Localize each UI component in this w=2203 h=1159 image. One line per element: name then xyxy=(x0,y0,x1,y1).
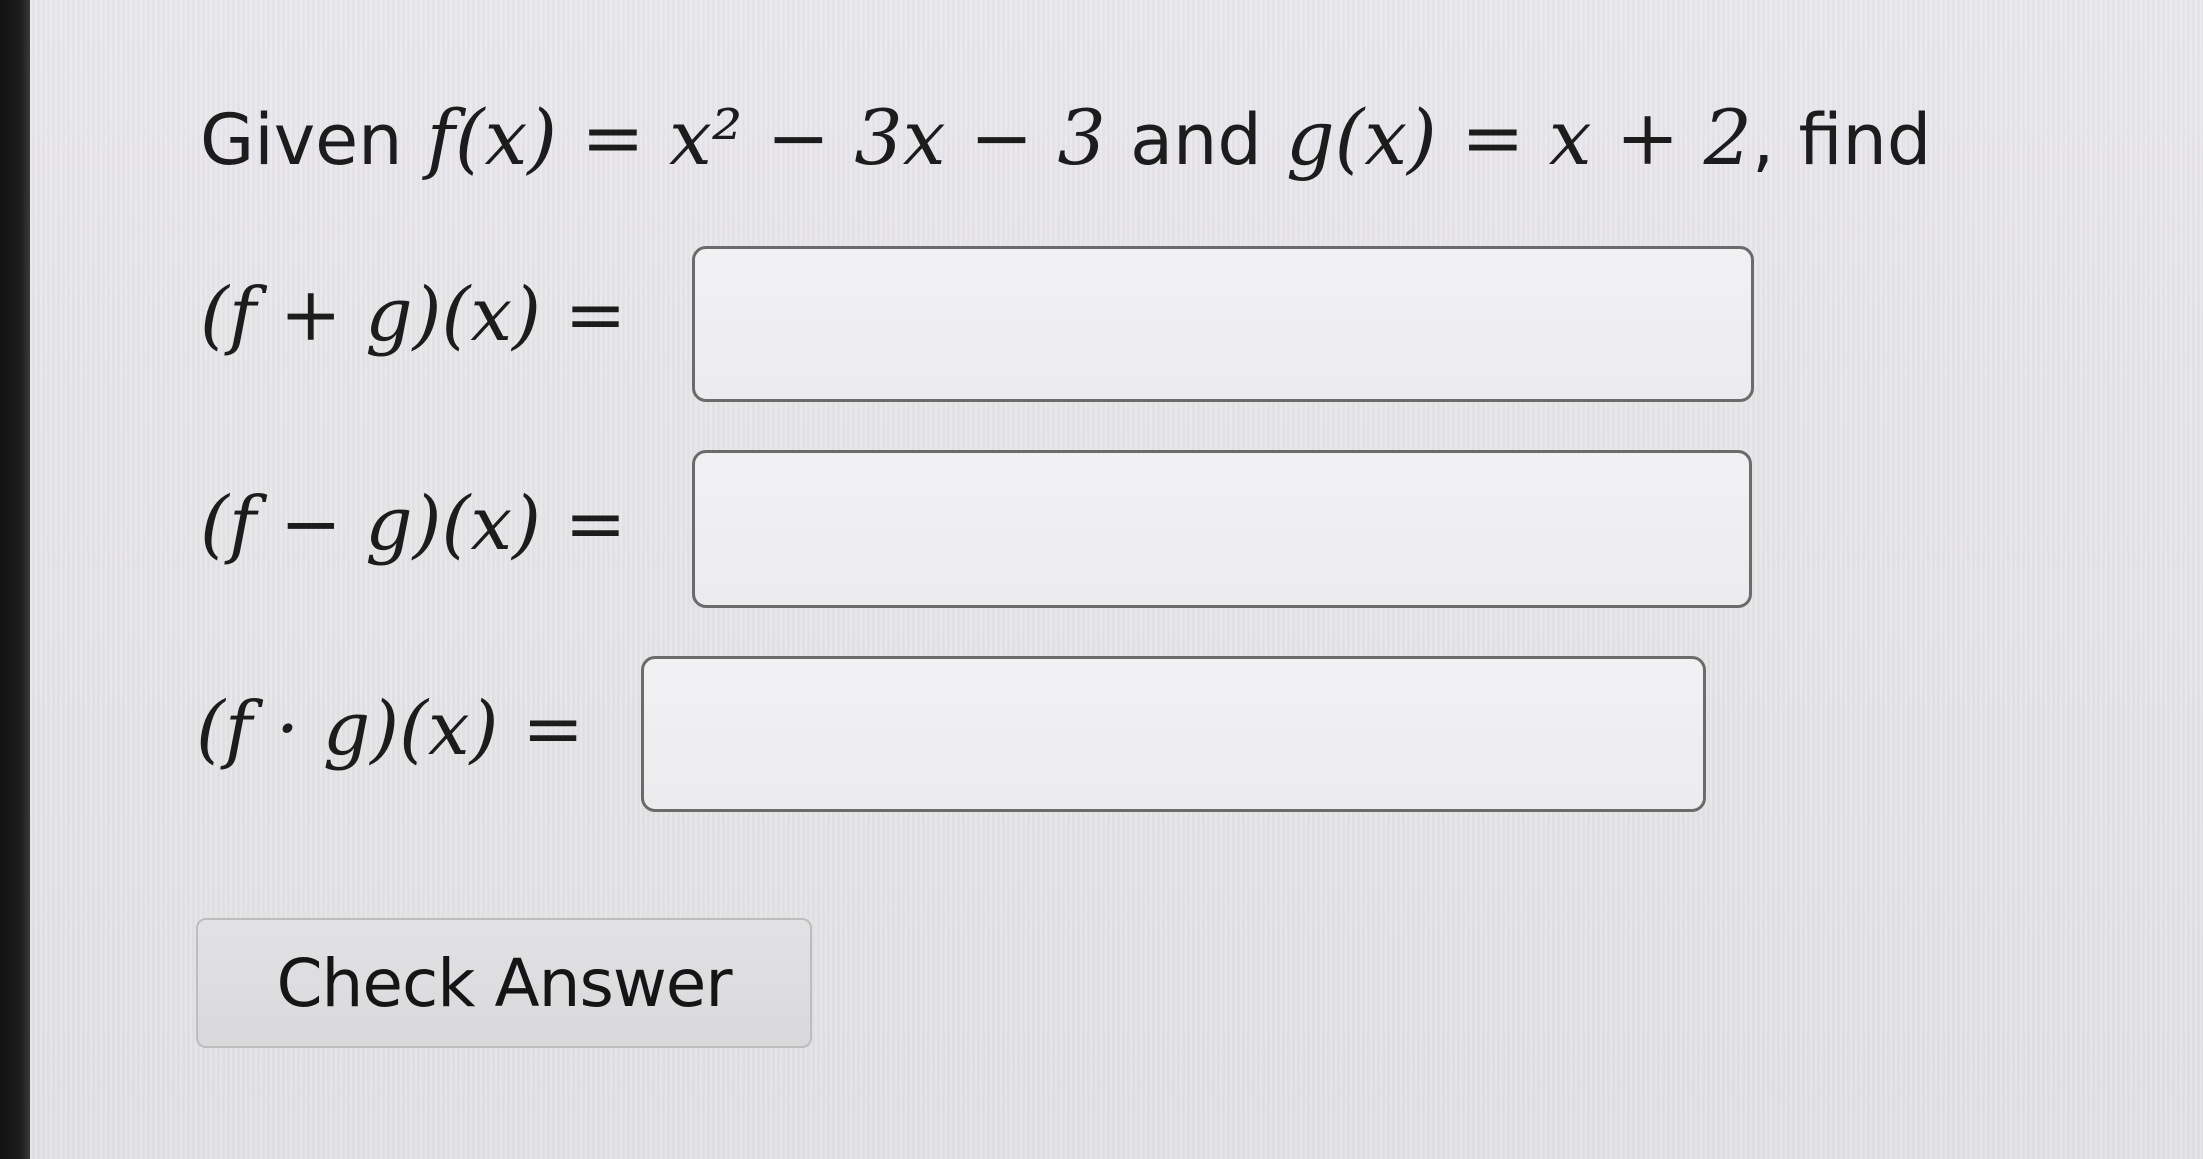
sum-label: (f + g)(x) = xyxy=(200,272,627,358)
g-definition: g(x) = x + 2 xyxy=(1285,93,1752,182)
problem-statement: Given f(x) = x² − 3x − 3 and g(x) = x + … xyxy=(200,93,1932,182)
given-word: Given xyxy=(200,99,403,181)
sum-answer-input[interactable] xyxy=(692,246,1754,402)
f-definition: f(x) = x² − 3x − 3 xyxy=(426,93,1106,182)
difference-label: (f − g)(x) = xyxy=(200,481,627,567)
check-answer-button[interactable]: Check Answer xyxy=(196,918,812,1048)
find-word: find xyxy=(1798,99,1932,181)
product-label: (f · g)(x) = xyxy=(196,686,585,772)
product-answer-input[interactable] xyxy=(641,656,1706,812)
difference-answer-input[interactable] xyxy=(692,450,1752,608)
and-word: and xyxy=(1130,99,1262,181)
screen-bezel xyxy=(0,0,30,1159)
